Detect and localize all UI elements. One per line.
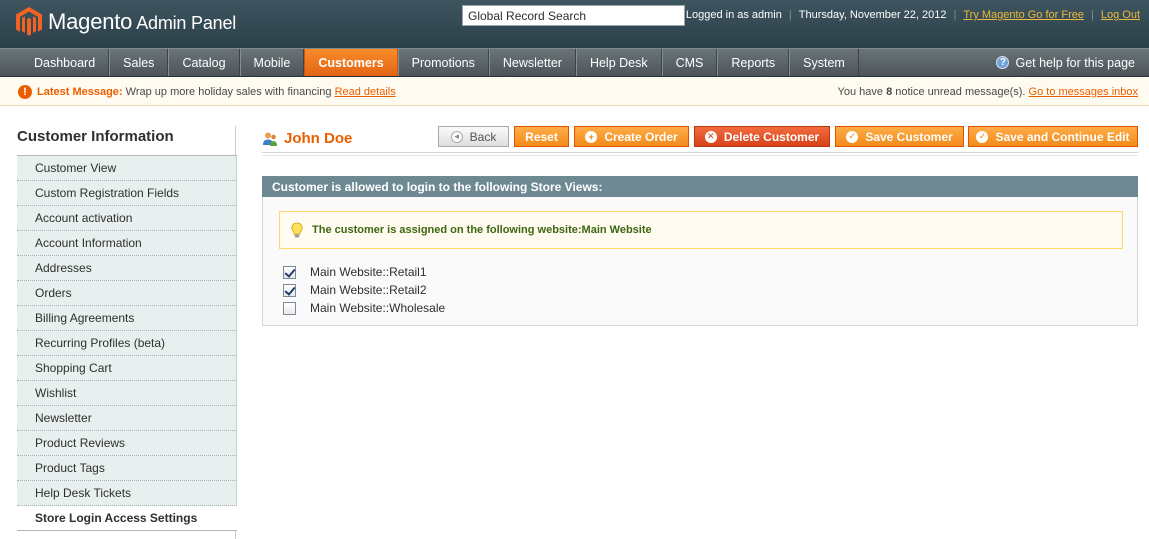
logout-link[interactable]: Log Out — [1101, 9, 1140, 21]
magento-logo[interactable]: Magento Admin Panel — [16, 6, 236, 38]
save-continue-button-label: Save and Continue Edit — [995, 129, 1130, 144]
lightbulb-icon — [291, 222, 303, 238]
help-link[interactable]: ? Get help for this page — [996, 49, 1135, 76]
nav-item-help-desk[interactable]: Help Desk — [575, 49, 662, 76]
create-order-button[interactable]: + Create Order — [574, 126, 689, 147]
sidebar-item-billing-agreements[interactable]: Billing Agreements — [17, 306, 237, 331]
sidebar-title: Customer Information — [17, 128, 174, 145]
divider: | — [788, 9, 792, 21]
store-view-item: Main Website::Retail2 — [283, 281, 445, 299]
sidebar-item-addresses[interactable]: Addresses — [17, 256, 237, 281]
unread-messages: You have 8 notice unread message(s). Go … — [838, 86, 1138, 98]
sidebar-tabs: Customer View Custom Registration Fields… — [17, 155, 237, 531]
sidebar-item-orders[interactable]: Orders — [17, 281, 237, 306]
sidebar-item-custom-registration-fields[interactable]: Custom Registration Fields — [17, 181, 237, 206]
delete-customer-button-label: Delete Customer — [723, 129, 820, 144]
nav-item-customers[interactable]: Customers — [304, 49, 398, 76]
read-details-link[interactable]: Read details — [335, 86, 396, 98]
nav-item-system[interactable]: System — [789, 49, 859, 76]
store-view-checkbox[interactable] — [283, 283, 296, 297]
store-view-label: Main Website::Retail1 — [310, 265, 427, 279]
sidebar-item-store-login-access[interactable]: Store Login Access Settings — [17, 506, 237, 531]
help-link-label: Get help for this page — [1015, 55, 1135, 70]
nav-item-reports[interactable]: Reports — [717, 49, 790, 76]
notice-bar: ! Latest Message: Wrap up more holiday s… — [0, 78, 1149, 106]
customer-name: John Doe — [284, 130, 353, 147]
header-links: Logged in as admin | Thursday, November … — [686, 9, 1140, 21]
sidebar-item-newsletter[interactable]: Newsletter — [17, 406, 237, 431]
global-search-input[interactable] — [462, 5, 685, 26]
try-magento-go-link[interactable]: Try Magento Go for Free — [963, 9, 1084, 21]
alert-icon: ! — [18, 85, 32, 99]
header-bar: MagentoAdmin Panel Logged in as admin | … — [0, 0, 1149, 48]
store-view-checkbox[interactable] — [283, 265, 296, 279]
store-view-checkbox[interactable] — [283, 301, 296, 315]
nav-item-catalog[interactable]: Catalog — [168, 49, 240, 76]
checkmark-icon: ✓ — [976, 130, 989, 143]
fieldset-header: Customer is allowed to login to the foll… — [262, 176, 1138, 197]
current-date: Thursday, November 22, 2012 — [798, 9, 947, 21]
sidebar-item-product-tags[interactable]: Product Tags — [17, 456, 237, 481]
header-separator — [262, 152, 1138, 156]
help-icon: ? — [996, 56, 1010, 69]
divider: | — [953, 9, 957, 21]
logo-text: Magento Admin Panel — [48, 9, 237, 34]
create-order-button-label: Create Order — [604, 129, 678, 144]
nav-item-mobile[interactable]: Mobile — [239, 49, 305, 76]
nav-item-sales[interactable]: Sales — [109, 49, 169, 76]
magento-logo-icon — [16, 7, 42, 36]
delete-icon: ✕ — [704, 130, 717, 143]
sidebar-item-customer-view[interactable]: Customer View — [17, 156, 237, 181]
store-view-item: Main Website::Wholesale — [283, 299, 445, 317]
sidebar-item-help-desk-tickets[interactable]: Help Desk Tickets — [17, 481, 237, 506]
sidebar-item-recurring-profiles[interactable]: Recurring Profiles (beta) — [17, 331, 237, 356]
customer-icon — [263, 132, 277, 146]
save-customer-button-label: Save Customer — [865, 129, 953, 144]
nav-item-cms[interactable]: CMS — [661, 49, 718, 76]
sidebar-item-account-information[interactable]: Account Information — [17, 231, 237, 256]
latest-message: Latest Message: Wrap up more holiday sal… — [37, 86, 396, 98]
unread-count: 8 — [886, 86, 893, 98]
unread-suffix: notice unread message(s). — [895, 86, 1026, 98]
plus-icon: + — [585, 130, 598, 143]
store-view-label: Main Website::Wholesale — [310, 301, 446, 315]
delete-customer-button[interactable]: ✕ Delete Customer — [694, 126, 830, 147]
reset-button[interactable]: Reset — [514, 126, 569, 147]
messages-inbox-link[interactable]: Go to messages inbox — [1029, 86, 1138, 98]
fieldset-body: The customer is assigned on the followin… — [262, 197, 1138, 326]
sidebar-item-account-activation[interactable]: Account activation — [17, 206, 237, 231]
sidebar-item-shopping-cart[interactable]: Shopping Cart — [17, 356, 237, 381]
reset-button-label: Reset — [525, 129, 558, 144]
divider: | — [1091, 9, 1094, 21]
nav-item-dashboard[interactable]: Dashboard — [21, 49, 110, 76]
back-button[interactable]: ◂ Back — [438, 126, 509, 147]
sidebar-item-wishlist[interactable]: Wishlist — [17, 381, 237, 406]
back-button-label: Back — [469, 129, 497, 144]
main-nav: Dashboard Sales Catalog Mobile Customers… — [0, 48, 1149, 77]
info-message: The customer is assigned on the followin… — [279, 211, 1123, 249]
arrow-left-icon: ◂ — [450, 130, 463, 143]
nav-item-promotions[interactable]: Promotions — [397, 49, 489, 76]
checkmark-icon: ✓ — [846, 130, 859, 143]
page-title: John Doe — [262, 130, 352, 147]
store-view-item: Main Website::Retail1 — [283, 263, 445, 281]
store-view-label: Main Website::Retail2 — [310, 283, 427, 297]
logged-in-text: Logged in as admin — [685, 9, 782, 21]
latest-message-label: Latest Message: — [37, 86, 123, 98]
nav-item-newsletter[interactable]: Newsletter — [488, 49, 576, 76]
save-customer-button[interactable]: ✓ Save Customer — [835, 126, 964, 147]
save-continue-button[interactable]: ✓ Save and Continue Edit — [968, 126, 1138, 147]
unread-prefix: You have — [837, 86, 883, 98]
sidebar-item-product-reviews[interactable]: Product Reviews — [17, 431, 237, 456]
latest-message-text: Wrap up more holiday sales with financin… — [125, 86, 332, 98]
store-views-list: Main Website::Retail1 Main Website::Reta… — [283, 263, 445, 317]
info-message-text: The customer is assigned on the followin… — [312, 224, 652, 236]
